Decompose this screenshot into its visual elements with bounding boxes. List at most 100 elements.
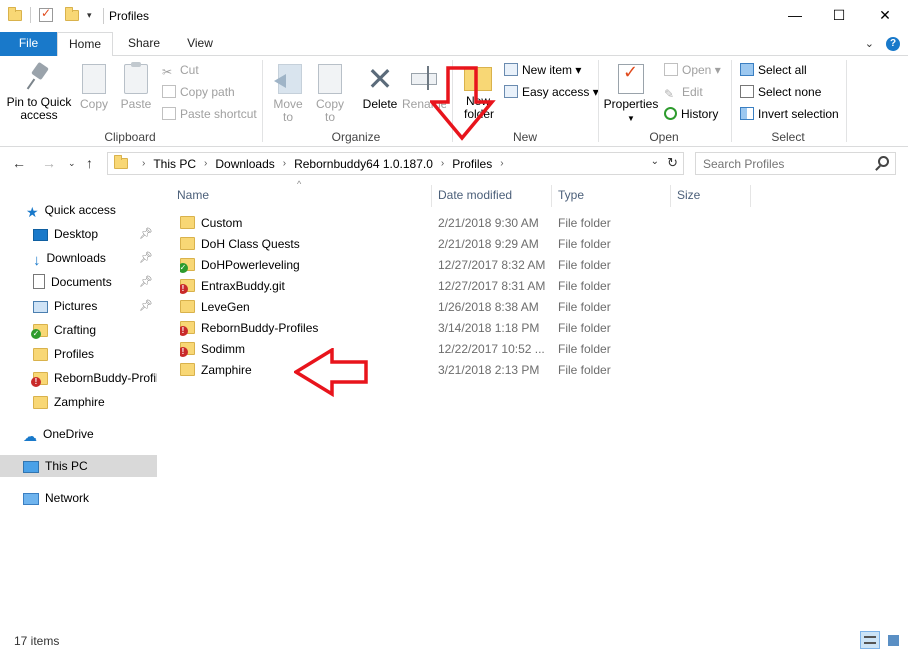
- copy-path-button[interactable]: Copy path: [162, 83, 235, 101]
- open-button[interactable]: Open ▾: [664, 61, 721, 79]
- table-row[interactable]: ! RebornBuddy-Profiles 3/14/2018 1:18 PM Fi…: [177, 318, 877, 339]
- help-icon[interactable]: ?: [886, 37, 900, 51]
- pin-icon[interactable]: 📌︎: [139, 295, 153, 317]
- copy-button[interactable]: Copy: [76, 60, 112, 111]
- file-name-cell[interactable]: ✓ DoHPowerleveling: [180, 255, 435, 276]
- nav-this-pc[interactable]: This PC: [0, 455, 157, 477]
- delete-button[interactable]: ✕ Delete: [358, 63, 402, 111]
- nav-pictures[interactable]: Pictures 📌︎: [0, 295, 157, 317]
- search-icon[interactable]: [878, 156, 889, 167]
- back-arrow-icon[interactable]: ←: [12, 155, 26, 171]
- details-view-button[interactable]: [860, 631, 880, 649]
- new-item-button[interactable]: New item ▾: [504, 61, 581, 79]
- copy-path-label: Copy path: [180, 85, 235, 99]
- chevron-right-icon[interactable]: ›: [441, 158, 444, 169]
- breadcrumb-downloads[interactable]: Downloads: [215, 157, 274, 171]
- file-type-cell: File folder: [558, 342, 611, 356]
- select-all-button[interactable]: Select all: [740, 61, 807, 79]
- address-dropdown-icon[interactable]: ⌄: [651, 156, 659, 167]
- paste-button[interactable]: Paste: [116, 62, 156, 111]
- file-date-cell: 2/21/2018 9:29 AM: [438, 237, 539, 251]
- table-row[interactable]: ✓ DoHPowerleveling 12/27/2017 8:32 AM File …: [177, 255, 877, 276]
- tab-home[interactable]: Home: [57, 32, 113, 57]
- delete-label: Delete: [362, 97, 398, 111]
- chevron-right-icon[interactable]: ›: [500, 158, 503, 169]
- nav-documents[interactable]: Documents 📌︎: [0, 271, 157, 293]
- large-icons-view-button[interactable]: [883, 631, 903, 649]
- cut-button[interactable]: ✂ Cut: [162, 61, 199, 79]
- tab-view[interactable]: View: [178, 32, 222, 56]
- chevron-right-icon[interactable]: ›: [283, 158, 286, 169]
- invert-selection-button[interactable]: Invert selection: [740, 105, 839, 123]
- file-name-cell[interactable]: ! EntraxBuddy.git: [180, 276, 435, 297]
- customize-qat-dropdown-icon[interactable]: ▾: [87, 10, 92, 21]
- select-none-button[interactable]: Select none: [740, 83, 821, 101]
- sync-error-icon: !: [180, 347, 188, 357]
- tab-file[interactable]: File: [0, 32, 57, 56]
- new-folder-qat-icon[interactable]: [65, 6, 79, 21]
- nav-network[interactable]: Network: [0, 487, 157, 509]
- file-date-cell: 12/27/2017 8:31 AM: [438, 279, 546, 293]
- table-row[interactable]: Custom 2/21/2018 9:30 AM File folder: [177, 213, 877, 234]
- file-name-cell[interactable]: DoH Class Quests: [180, 234, 435, 255]
- search-input[interactable]: [696, 153, 866, 174]
- tab-share[interactable]: Share: [118, 32, 170, 56]
- nav-crafting[interactable]: ✓ Crafting: [0, 319, 157, 341]
- pin-to-quick-access-button[interactable]: Pin to Quick access: [4, 62, 74, 122]
- table-row[interactable]: ! Sodimm 12/22/2017 10:52 ... File folder: [177, 339, 877, 360]
- address-bar[interactable]: › This PC › Downloads › Rebornbuddy64 1.…: [107, 152, 684, 175]
- nav-quick-access[interactable]: ★ Quick access: [0, 199, 157, 221]
- column-header-type[interactable]: Type: [547, 184, 665, 206]
- nav-desktop[interactable]: Desktop 📌︎: [0, 223, 157, 245]
- recent-locations-dropdown-icon[interactable]: ⌄: [68, 158, 76, 169]
- file-date-cell: 2/21/2018 9:30 AM: [438, 216, 539, 230]
- table-row[interactable]: Zamphire 3/21/2018 2:13 PM File folder: [177, 360, 877, 381]
- expand-ribbon-icon[interactable]: ⌄: [865, 37, 874, 51]
- file-name: Custom: [201, 216, 243, 230]
- maximize-button[interactable]: ☐: [816, 0, 862, 32]
- column-header-date-modified[interactable]: Date modified: [427, 184, 547, 206]
- breadcrumb-rebornbuddy[interactable]: Rebornbuddy64 1.0.187.0: [294, 157, 433, 171]
- close-button[interactable]: ✕: [862, 0, 908, 32]
- history-button[interactable]: History: [664, 105, 718, 123]
- pin-icon[interactable]: 📌︎: [139, 271, 153, 293]
- easy-access-button[interactable]: Easy access ▾: [504, 83, 599, 101]
- folder-icon: [180, 216, 195, 229]
- file-name-cell[interactable]: ! RebornBuddy-Profiles: [180, 318, 435, 339]
- nav-downloads[interactable]: ↓ Downloads 📌︎: [0, 247, 157, 269]
- nav-desktop-label: Desktop: [54, 227, 99, 241]
- breadcrumb-profiles[interactable]: Profiles: [452, 157, 492, 171]
- group-label-clipboard: Clipboard: [104, 130, 156, 144]
- minimize-button[interactable]: —: [772, 0, 818, 32]
- folder-icon: [180, 363, 195, 376]
- file-name-cell[interactable]: Custom: [180, 213, 435, 234]
- copy-to-button[interactable]: Copy to: [312, 60, 348, 124]
- nav-profiles[interactable]: Profiles: [0, 343, 157, 365]
- pin-icon[interactable]: 📌︎: [139, 223, 153, 245]
- table-row[interactable]: LeveGen 1/26/2018 8:38 AM File folder: [177, 297, 877, 318]
- refresh-icon[interactable]: ↻: [667, 155, 678, 171]
- nav-onedrive[interactable]: ☁ OneDrive: [0, 423, 157, 445]
- column-header-size[interactable]: Size: [666, 184, 744, 206]
- chevron-right-icon[interactable]: ›: [142, 158, 145, 169]
- column-header-name[interactable]: Name: [166, 184, 432, 206]
- chevron-right-icon[interactable]: ›: [204, 158, 207, 169]
- paste-shortcut-button[interactable]: Paste shortcut: [162, 105, 257, 123]
- pin-icon[interactable]: 📌︎: [139, 247, 153, 269]
- file-name-cell[interactable]: LeveGen: [180, 297, 435, 318]
- divider[interactable]: [750, 185, 751, 207]
- move-to-button[interactable]: Move to: [270, 64, 306, 124]
- file-type-cell: File folder: [558, 258, 611, 272]
- up-arrow-icon[interactable]: ↑: [86, 155, 93, 171]
- table-row[interactable]: DoH Class Quests 2/21/2018 9:29 AM File fo…: [177, 234, 877, 255]
- breadcrumb-this-pc[interactable]: This PC: [153, 157, 196, 171]
- properties-qat-icon[interactable]: [39, 6, 53, 22]
- history-label: History: [681, 107, 719, 121]
- nav-rebornbuddy-profiles[interactable]: ! RebornBuddy-Profiles: [0, 367, 157, 389]
- nav-zamphire[interactable]: Zamphire: [0, 391, 157, 413]
- table-row[interactable]: ! EntraxBuddy.git 12/27/2017 8:31 AM File f…: [177, 276, 877, 297]
- properties-button[interactable]: Properties ▼: [603, 64, 659, 125]
- forward-arrow-icon[interactable]: →: [42, 155, 56, 171]
- file-name: Zamphire: [201, 363, 252, 377]
- edit-button[interactable]: ✎ Edit: [664, 83, 703, 101]
